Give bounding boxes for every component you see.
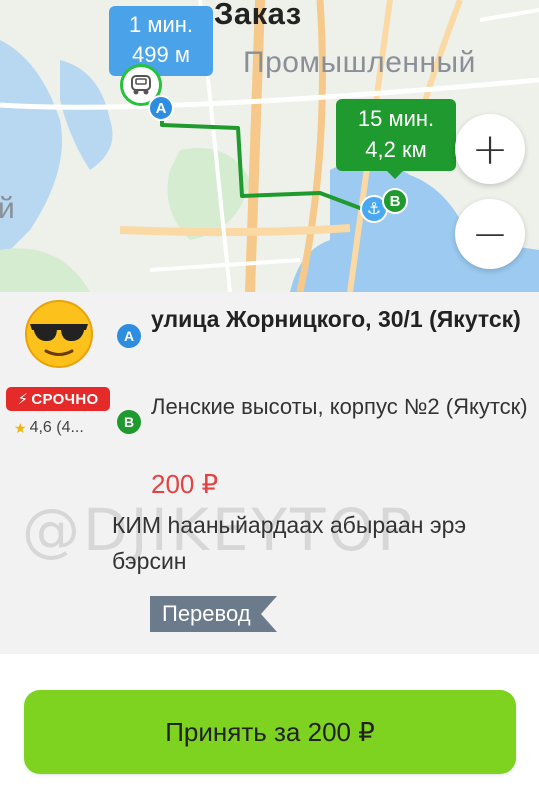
pickup-eta-bubble: 1 мин. 499 м bbox=[109, 6, 213, 84]
urgent-badge: ⚡ СРОЧНО bbox=[6, 387, 110, 411]
tag-tail-shape bbox=[260, 596, 277, 632]
trip-eta-bubble: 15 мин. 4,2 км bbox=[336, 99, 456, 179]
zoom-out-button[interactable]: − bbox=[455, 199, 525, 269]
customer-rating: ★ 4,6 (4... bbox=[14, 419, 84, 437]
map-pin-a: A bbox=[148, 95, 174, 121]
urgent-badge-label: СРОЧНО bbox=[31, 390, 99, 408]
map-district-label: Промышленный bbox=[243, 46, 476, 79]
accept-order-button[interactable]: Принять за 200 ₽ bbox=[24, 690, 516, 774]
map-pin-b: B bbox=[382, 188, 408, 214]
trip-eta-distance: 4,2 км bbox=[365, 137, 427, 162]
to-marker: B bbox=[117, 410, 141, 434]
page-title: Заказ bbox=[214, 0, 302, 31]
car-icon bbox=[131, 75, 151, 95]
sunglasses-emoji-avatar bbox=[25, 300, 93, 368]
payment-method-label: Перевод bbox=[150, 596, 261, 632]
trip-eta-time: 15 мин. bbox=[357, 106, 435, 131]
pickup-address: улица Жорницкого, 30/1 (Якутск) bbox=[151, 306, 521, 332]
map-edge-label: й bbox=[0, 192, 15, 225]
order-comment: КИМ һааныйардаах абыраан эрэ бэрсин bbox=[112, 512, 467, 574]
zoom-in-button[interactable]: + bbox=[455, 114, 525, 184]
pickup-eta-time: 1 мин. bbox=[128, 12, 194, 37]
order-card[interactable]: ⚡ СРОЧНО ★ 4,6 (4... A улица Жорницкого,… bbox=[0, 292, 539, 654]
lightning-icon: ⚡ bbox=[17, 391, 29, 408]
rating-value: 4,6 (4... bbox=[29, 419, 84, 436]
order-price: 200 ₽ bbox=[151, 469, 219, 499]
from-marker: A bbox=[117, 324, 141, 348]
payment-method-tag: Перевод bbox=[150, 596, 296, 632]
route-map[interactable]: Заказ Промышленный й 1 мин. 499 м A 15 м… bbox=[0, 0, 539, 292]
destination-address: Ленские высоты, корпус №2 (Якутск) bbox=[151, 394, 528, 419]
pickup-eta-distance: 499 м bbox=[132, 42, 190, 67]
star-icon: ★ bbox=[14, 419, 27, 436]
